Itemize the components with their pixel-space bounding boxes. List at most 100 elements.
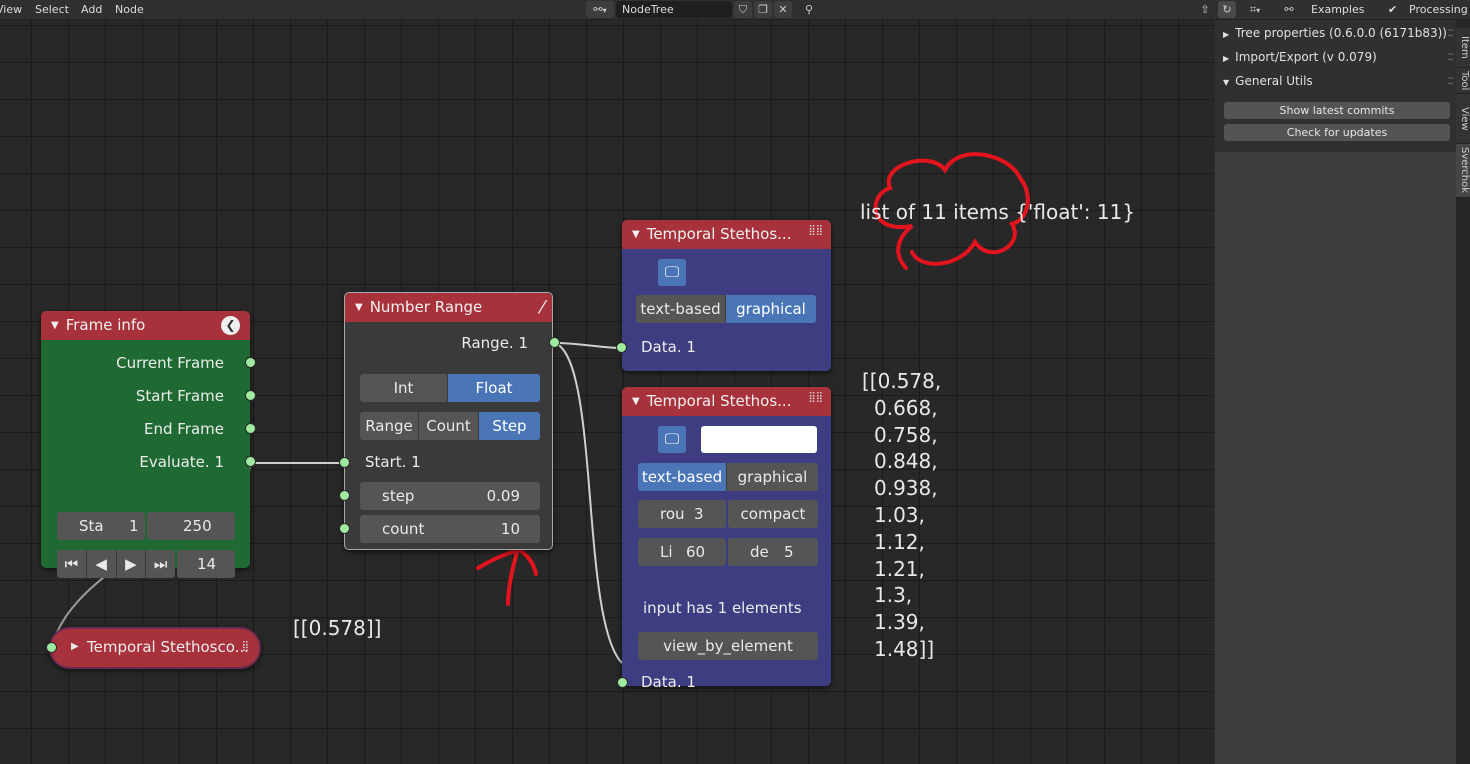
tab-tool[interactable]: Tool xyxy=(1456,68,1470,94)
values-list-line: 0.668, xyxy=(874,395,938,420)
panel-row-general-utils[interactable]: ▼ General Utils xyxy=(1223,74,1313,88)
current-frame-socket[interactable] xyxy=(245,357,256,368)
evaluate-socket[interactable] xyxy=(245,456,256,467)
stethoscope-top-header[interactable]: ▼ Temporal Stethos... ⣿⣿ xyxy=(622,220,831,249)
range-output-socket[interactable] xyxy=(549,337,560,348)
values-list-text: [[0.578, 0.668, 0.758, 0.848, 0.938, 1.03, 1.1… xyxy=(862,368,941,663)
collapse-triangle-icon[interactable]: ▼ xyxy=(355,302,363,313)
current-frame-value: 14 xyxy=(197,555,217,573)
end-frame-value: 250 xyxy=(183,517,212,535)
tree-type-dropdown[interactable]: ⚯▾ xyxy=(586,1,614,18)
type-int-button[interactable]: Int xyxy=(360,374,448,402)
values-list-line: 1.12, xyxy=(874,529,925,554)
step-input-socket[interactable] xyxy=(339,490,350,501)
menu-add[interactable]: Add xyxy=(81,3,102,16)
single-value-text: [[0.578]] xyxy=(293,616,382,640)
count-input-socket[interactable] xyxy=(339,523,350,534)
step-value: 0.09 xyxy=(486,487,520,505)
node-editor-canvas[interactable]: ▼ Frame info ❮ Current Frame Start Frame … xyxy=(0,20,1214,764)
drag-handle-icon[interactable]: ⁚⁚⁚ xyxy=(1447,77,1454,87)
menu-select[interactable]: Select xyxy=(35,3,69,16)
tab-item[interactable]: Item xyxy=(1456,28,1470,68)
depth-field[interactable]: de 5 xyxy=(728,538,818,566)
data-input-socket[interactable] xyxy=(617,677,628,688)
duplicate-tree-icon[interactable]: ❐ xyxy=(754,1,772,18)
stethoscope-text-node[interactable]: ▼ Temporal Stethos... ⣿⣿ 🖵 text-based gra… xyxy=(617,387,831,691)
stethoscope-graphical-node[interactable]: ▼ Temporal Stethos... ⣿⣿ 🖵 text-based gra… xyxy=(616,220,831,371)
start-frame-field[interactable]: Sta 1 xyxy=(57,512,145,540)
drag-grip-icon: ⣿⣿ xyxy=(808,225,823,236)
text-based-button[interactable]: text-based xyxy=(636,295,726,323)
display-toggle-icon[interactable]: 🖵 xyxy=(658,259,686,286)
tab-sverchok[interactable]: Sverchok xyxy=(1456,144,1470,198)
type-float-button[interactable]: Float xyxy=(448,374,540,402)
values-list-line: 0.938, xyxy=(874,476,938,501)
check-for-updates-button[interactable]: Check for updates xyxy=(1224,124,1450,141)
round-label: rou xyxy=(660,505,685,523)
compact-toggle[interactable]: compact xyxy=(728,500,818,528)
menu-node[interactable]: Node xyxy=(115,3,144,16)
data-input-socket[interactable] xyxy=(616,342,627,353)
pin-icon[interactable]: ⚲ xyxy=(800,1,818,18)
start-frame-socket[interactable] xyxy=(245,390,256,401)
play-icon[interactable]: ▶ xyxy=(117,550,147,578)
examples-menu[interactable]: Examples xyxy=(1311,3,1364,16)
round-field[interactable]: rou 3 xyxy=(638,500,726,528)
show-latest-commits-button[interactable]: Show latest commits xyxy=(1224,102,1450,119)
round-value: 3 xyxy=(694,505,704,523)
start-frame-output-label: Start Frame xyxy=(135,387,224,405)
panel-row-import-export[interactable]: ▶ Import/Export (v 0.079) xyxy=(1223,50,1377,64)
panel-row-tree-properties[interactable]: ▶ Tree properties (0.6.0.0 (6171b83)) xyxy=(1223,26,1447,40)
jump-start-icon[interactable]: ⏮ xyxy=(57,550,87,578)
view-by-element-button[interactable]: view_by_element xyxy=(638,632,818,660)
stethoscope-collapsed-node[interactable]: ▶ Temporal Stethosco... ⣿ xyxy=(49,627,261,669)
tree-properties-label: Tree properties (0.6.0.0 (6171b83)) xyxy=(1235,26,1447,40)
display-toggle-icon[interactable]: 🖵 xyxy=(658,426,686,453)
mode-range-button[interactable]: Range xyxy=(360,412,419,440)
back-arrow-icon[interactable]: ❮ xyxy=(221,316,240,335)
frame-info-header[interactable]: ▼ Frame info ❮ xyxy=(41,311,250,340)
number-range-header[interactable]: ▼ Number Range ⁄ xyxy=(345,293,552,322)
collapsed-data-input-socket[interactable] xyxy=(46,642,57,653)
start-frame-label: Sta xyxy=(79,517,104,535)
text-color-swatch[interactable] xyxy=(701,426,817,453)
mode-step-button[interactable]: Step xyxy=(479,412,540,440)
node-tree-name-field[interactable]: NodeTree xyxy=(616,1,732,18)
graphical-button[interactable]: graphical xyxy=(726,295,816,323)
close-icon[interactable]: ✕ xyxy=(774,1,792,18)
frame-info-node[interactable]: ▼ Frame info ❮ Current Frame Start Frame … xyxy=(41,311,256,578)
end-frame-output-label: End Frame xyxy=(143,420,224,438)
mode-count-button[interactable]: Count xyxy=(419,412,479,440)
snap-grid-icon[interactable]: ⌗▾ xyxy=(1240,1,1270,18)
step-field[interactable]: step 0.09 xyxy=(360,482,540,510)
line-label: Li xyxy=(660,543,673,561)
drag-handle-icon[interactable]: ⁚⁚⁚ xyxy=(1447,53,1454,63)
jump-end-icon[interactable]: ⏭ xyxy=(146,550,175,578)
menu-view[interactable]: View xyxy=(0,3,22,16)
line-field[interactable]: Li 60 xyxy=(638,538,726,566)
end-frame-socket[interactable] xyxy=(245,423,256,434)
collapse-triangle-icon[interactable]: ▼ xyxy=(51,320,59,331)
graphical-button[interactable]: graphical xyxy=(727,463,818,491)
range-graph-icon: ⁄ xyxy=(540,297,544,318)
tab-view[interactable]: View xyxy=(1456,94,1470,144)
start-input-socket[interactable] xyxy=(339,457,350,468)
collapse-triangle-icon[interactable]: ▼ xyxy=(632,229,640,240)
drag-handle-icon[interactable]: ⁚⁚⁚ xyxy=(1447,29,1454,39)
text-based-button[interactable]: text-based xyxy=(638,463,727,491)
update-loop-icon[interactable]: ↻ xyxy=(1218,1,1236,18)
count-field[interactable]: count 10 xyxy=(360,515,540,543)
parent-tree-icon[interactable]: ⇧ xyxy=(1196,1,1214,18)
sverchok-panel: ▶ Tree properties (0.6.0.0 (6171b83)) ⁚⁚⁚… xyxy=(1215,20,1457,152)
processing-checkbox[interactable]: ✔ xyxy=(1388,3,1397,16)
range-output-label: Range. 1 xyxy=(461,334,528,352)
expand-triangle-icon[interactable]: ▶ xyxy=(71,641,79,652)
stethoscope-top-title: Temporal Stethos... xyxy=(646,225,792,243)
fake-user-shield-icon[interactable]: ⛉ xyxy=(734,1,752,18)
number-range-node[interactable]: ▼ Number Range ⁄ Range. 1 Int Float Range… xyxy=(339,292,560,550)
collapse-triangle-icon[interactable]: ▼ xyxy=(632,396,640,407)
stethoscope-bottom-header[interactable]: ▼ Temporal Stethos... ⣿⣿ xyxy=(622,387,831,416)
play-reverse-icon[interactable]: ◀ xyxy=(87,550,117,578)
end-frame-field[interactable]: 250 xyxy=(147,512,235,540)
current-frame-field[interactable]: 14 xyxy=(177,550,235,578)
